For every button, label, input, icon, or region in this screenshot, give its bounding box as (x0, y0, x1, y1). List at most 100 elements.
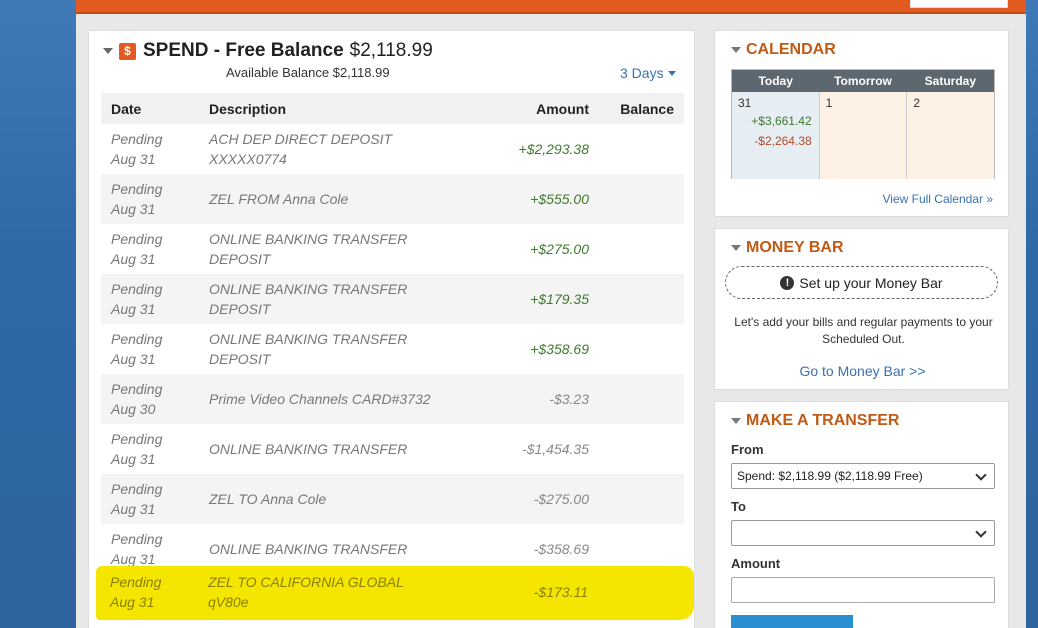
column-header-date: Date (111, 100, 142, 117)
transaction-date: Pending Aug 31 (101, 229, 209, 269)
calendar-scheduled-out: -$2,264.38 (754, 134, 812, 148)
transaction-status: Pending (111, 431, 163, 447)
make-transfer-title[interactable]: MAKE A TRANSFER (731, 412, 899, 430)
dollar-icon: $ (119, 42, 136, 60)
transaction-description: ONLINE BANKING TRANSFER DEPOSIT (209, 279, 469, 319)
table-header: Date Description Amount Balance (101, 93, 684, 124)
calendar-body: 31 +$3,661.42 -$2,264.38 1 2 (732, 92, 995, 179)
table-row[interactable]: Pending Aug 31 ZEL FROM Anna Cole +$555.00 (101, 174, 684, 224)
spend-title: SPEND - Free Balance (143, 40, 344, 61)
transaction-day: Aug 31 (111, 151, 156, 167)
table-row[interactable]: Pending Aug 31 ZEL TO CALIFORNIA GLOBAL qV8… (100, 567, 683, 617)
to-select[interactable] (731, 520, 995, 546)
days-range-dropdown[interactable]: 3 Days (620, 65, 676, 81)
go-to-money-bar-link[interactable]: Go to Money Bar >> (715, 363, 1010, 379)
days-range-label[interactable]: 3 Days (620, 65, 664, 81)
to-label: To (731, 499, 746, 514)
from-select[interactable]: Spend: $2,118.99 ($2,118.99 Free) (731, 463, 995, 489)
transaction-date: Pending Aug 31 (101, 479, 209, 519)
calendar-scheduled-in: +$3,661.42 (751, 114, 812, 128)
collapse-caret-icon[interactable] (731, 418, 741, 424)
table-row[interactable]: Pending Aug 31 ONLINE BANKING TRANSFER DEPO… (101, 224, 684, 274)
table-row[interactable]: Pending Aug 30 Prime Video Channels CARD#3… (101, 374, 684, 424)
description-line: Prime Video Channels CARD#3732 (209, 391, 431, 407)
calendar-panel: CALENDAR Today Tomorrow Saturday 31 +$3,… (714, 30, 1009, 217)
make-transfer-title-text: MAKE A TRANSFER (746, 412, 900, 429)
chevron-down-icon (975, 469, 987, 481)
calendar-header-today: Today (758, 74, 793, 88)
description-line: ONLINE BANKING TRANSFER (209, 281, 408, 297)
money-bar-title-text: MONEY BAR (746, 239, 844, 256)
calendar-title[interactable]: CALENDAR (731, 41, 836, 59)
calendar-day-cell[interactable]: 31 +$3,661.42 -$2,264.38 (732, 92, 820, 179)
transaction-date: Pending Aug 31 (100, 572, 208, 612)
transaction-day: Aug 31 (111, 451, 156, 467)
amount-input[interactable] (731, 577, 995, 603)
table-row[interactable]: Pending Aug 31 ONLINE BANKING TRANSFER -$1,… (101, 424, 684, 474)
money-bar-title[interactable]: MONEY BAR (731, 239, 844, 257)
transaction-status: Pending (111, 281, 163, 297)
spend-balance: $2,118.99 (349, 40, 433, 61)
transfer-submit-button[interactable] (731, 615, 853, 628)
transaction-day: Aug 31 (110, 594, 155, 610)
table-row[interactable]: Pending Aug 31 ONLINE BANKING TRANSFER DEPO… (101, 324, 684, 374)
description-line: DEPOSIT (209, 301, 271, 317)
transaction-amount: -$358.69 (533, 541, 589, 557)
transaction-description: ZEL TO Anna Cole (209, 489, 469, 509)
amount-label: Amount (731, 556, 781, 571)
transaction-day: Aug 31 (111, 301, 156, 317)
exclamation-icon: ! (780, 275, 795, 290)
calendar-day-cell[interactable]: 2 (907, 92, 995, 179)
table-row[interactable]: Pending Aug 31 ACH DEP DIRECT DEPOSIT XXXXX… (101, 124, 684, 174)
calendar-title-text: CALENDAR (746, 41, 836, 58)
transaction-description: ZEL TO CALIFORNIA GLOBAL qV80e (208, 572, 468, 612)
transactions-table: Date Description Amount Balance Pending A… (101, 93, 684, 574)
transaction-description: ZEL FROM Anna Cole (209, 189, 469, 209)
chevron-down-icon[interactable] (667, 70, 676, 76)
description-line: ZEL TO Anna Cole (209, 491, 327, 507)
column-header-amount: Amount (536, 100, 589, 117)
transaction-date: Pending Aug 31 (101, 179, 209, 219)
transaction-description: ONLINE BANKING TRANSFER (209, 539, 469, 559)
transaction-date: Pending Aug 31 (101, 129, 209, 169)
calendar-day-number: 2 (913, 96, 921, 110)
table-row[interactable]: Pending Aug 31 ONLINE BANKING TRANSFER DEPO… (101, 274, 684, 324)
transaction-amount: -$275.00 (533, 491, 589, 507)
description-line: qV80e (208, 594, 249, 610)
collapse-caret-icon[interactable] (731, 245, 741, 251)
transaction-status: Pending (111, 531, 163, 547)
transaction-amount: -$3.23 (549, 391, 589, 407)
transaction-description: ACH DEP DIRECT DEPOSIT XXXXX0774 (209, 129, 469, 169)
transaction-day: Aug 31 (111, 201, 156, 217)
transaction-description: ONLINE BANKING TRANSFER (209, 439, 469, 459)
description-line: DEPOSIT (209, 351, 271, 367)
description-line: ONLINE BANKING TRANSFER (209, 441, 408, 457)
description-line: ZEL TO CALIFORNIA GLOBAL (208, 574, 404, 590)
header-tab[interactable] (910, 0, 1008, 8)
transaction-amount: +$179.35 (530, 291, 589, 307)
transaction-description: ONLINE BANKING TRANSFER DEPOSIT (209, 329, 469, 369)
description-line: ONLINE BANKING TRANSFER (209, 331, 408, 347)
make-transfer-panel: MAKE A TRANSFER From Spend: $2,118.99 ($… (714, 401, 1009, 628)
description-line: ZEL FROM Anna Cole (209, 191, 349, 207)
transaction-day: Aug 31 (111, 251, 156, 267)
description-line: DEPOSIT (209, 251, 271, 267)
calendar-day-number: 1 (825, 96, 833, 110)
calendar-day-cell[interactable]: 1 (819, 92, 908, 179)
collapse-caret-icon[interactable] (731, 47, 741, 53)
transaction-day: Aug 30 (111, 401, 156, 417)
spend-header[interactable]: $ SPEND - Free Balance $2,118.99 (103, 39, 433, 63)
collapse-caret-icon[interactable] (103, 48, 113, 54)
view-full-calendar-link[interactable]: View Full Calendar » (882, 192, 993, 206)
description-line: ACH DEP DIRECT DEPOSIT (209, 131, 393, 147)
transaction-amount: +$555.00 (530, 191, 589, 207)
transaction-status: Pending (111, 481, 163, 497)
transaction-status: Pending (111, 181, 163, 197)
setup-money-bar-label: Set up your Money Bar (799, 274, 943, 291)
transaction-status: Pending (111, 231, 163, 247)
table-row[interactable]: Pending Aug 31 ZEL TO Anna Cole -$275.00 (101, 474, 684, 524)
transaction-date: Pending Aug 31 (101, 279, 209, 319)
setup-money-bar-button[interactable]: ! Set up your Money Bar (725, 266, 998, 299)
chevron-down-icon (975, 526, 987, 538)
calendar-day-number: 31 (738, 96, 752, 110)
